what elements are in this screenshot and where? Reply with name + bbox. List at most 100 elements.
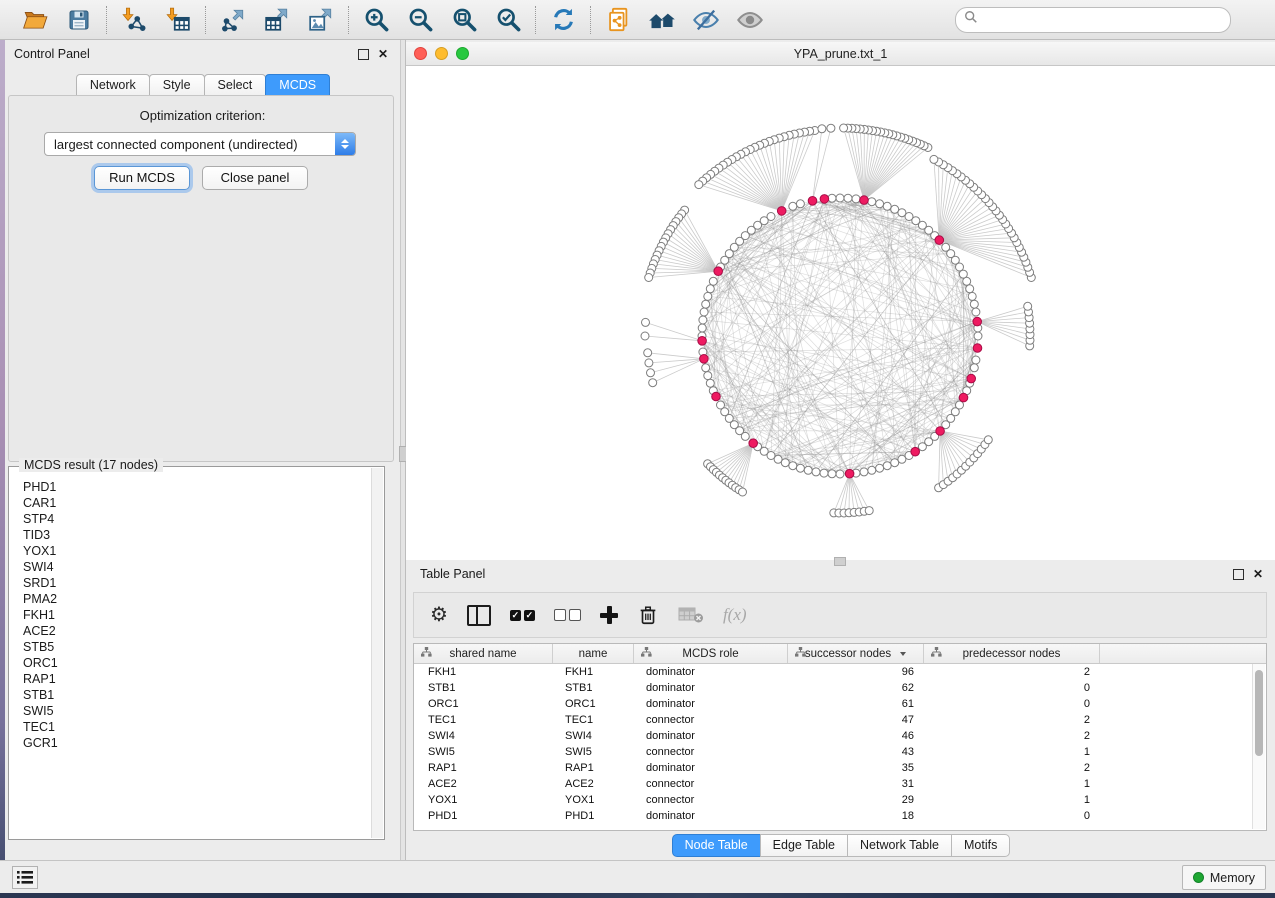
cell-predecessor-nodes[interactable]: 2 <box>924 664 1100 680</box>
cell-successor-nodes[interactable]: 61 <box>788 696 924 712</box>
network-node[interactable] <box>876 200 884 208</box>
leaf-node[interactable] <box>647 369 655 377</box>
network-node[interactable] <box>702 300 710 308</box>
mcds-list-item[interactable]: FKH1 <box>23 607 372 623</box>
cell-MCDS-role[interactable]: dominator <box>634 728 788 744</box>
leaf-node[interactable] <box>930 155 938 163</box>
show-eye-icon[interactable] <box>736 6 764 34</box>
column-header-successor-nodes[interactable]: successor nodes <box>788 644 924 663</box>
cell-successor-nodes[interactable]: 18 <box>788 808 924 824</box>
tab-network[interactable]: Network <box>76 74 150 95</box>
close-table-panel-icon[interactable]: ✕ <box>1253 568 1263 580</box>
import-table-icon[interactable] <box>164 6 192 34</box>
cell-shared-name[interactable]: SWI4 <box>414 728 553 744</box>
home-pair-icon[interactable] <box>648 6 676 34</box>
mcds-list-item[interactable]: ORC1 <box>23 655 372 671</box>
zoom-in-icon[interactable] <box>362 6 390 34</box>
cell-shared-name[interactable]: PHD1 <box>414 808 553 824</box>
column-header-name[interactable]: name <box>553 644 634 663</box>
cell-successor-nodes[interactable]: 47 <box>788 712 924 728</box>
cell-name[interactable]: YOX1 <box>553 792 634 808</box>
tab-style[interactable]: Style <box>149 74 205 95</box>
cell-predecessor-nodes[interactable]: 0 <box>924 680 1100 696</box>
cell-shared-name[interactable]: SWI5 <box>414 744 553 760</box>
run-mcds-button[interactable]: Run MCDS <box>94 166 190 190</box>
network-node[interactable] <box>972 356 980 364</box>
leaf-node[interactable] <box>695 181 703 189</box>
zoom-out-icon[interactable] <box>406 6 434 34</box>
cell-successor-nodes[interactable]: 31 <box>788 776 924 792</box>
network-node[interactable] <box>968 292 976 300</box>
cell-MCDS-role[interactable]: connector <box>634 744 788 760</box>
network-node[interactable] <box>868 466 876 474</box>
network-node[interactable] <box>876 464 884 472</box>
cell-name[interactable]: RAP1 <box>553 760 634 776</box>
share-document-icon[interactable] <box>604 6 632 34</box>
network-node[interactable] <box>781 459 789 467</box>
leaf-node[interactable] <box>984 436 992 444</box>
float-panel-icon[interactable] <box>358 49 369 60</box>
tab-node-table[interactable]: Node Table <box>672 834 761 857</box>
leaf-node[interactable] <box>840 124 848 132</box>
tab-select[interactable]: Select <box>204 74 267 95</box>
close-panel-button[interactable]: Close panel <box>202 166 308 190</box>
network-node[interactable] <box>789 202 797 210</box>
network-node[interactable] <box>972 308 980 316</box>
network-node[interactable] <box>828 194 836 202</box>
mcds-list-item[interactable]: TID3 <box>23 527 372 543</box>
network-node[interactable] <box>883 462 891 470</box>
table-row[interactable]: RAP1RAP1dominator352 <box>414 760 1266 776</box>
table-settings-gear-icon[interactable]: ⚙ <box>430 600 448 630</box>
leaf-node[interactable] <box>1024 302 1032 310</box>
table-row[interactable]: YOX1YOX1connector291 <box>414 792 1266 808</box>
cell-name[interactable]: STB1 <box>553 680 634 696</box>
cell-predecessor-nodes[interactable]: 1 <box>924 776 1100 792</box>
network-node[interactable] <box>741 432 749 440</box>
mcds-node[interactable] <box>959 393 968 402</box>
cell-name[interactable]: ORC1 <box>553 696 634 712</box>
tab-edge-table[interactable]: Edge Table <box>760 834 848 857</box>
cell-successor-nodes[interactable]: 96 <box>788 664 924 680</box>
open-session-icon[interactable] <box>21 6 49 34</box>
mcds-node[interactable] <box>967 374 976 383</box>
export-network-icon[interactable] <box>219 6 247 34</box>
network-node[interactable] <box>970 300 978 308</box>
mcds-list-item[interactable]: YOX1 <box>23 543 372 559</box>
mcds-node[interactable] <box>749 439 758 448</box>
cell-name[interactable]: ACE2 <box>553 776 634 792</box>
cell-name[interactable]: TEC1 <box>553 712 634 728</box>
cell-MCDS-role[interactable]: dominator <box>634 760 788 776</box>
cell-name[interactable]: PHD1 <box>553 808 634 824</box>
cell-successor-nodes[interactable]: 29 <box>788 792 924 808</box>
export-image-icon[interactable] <box>307 6 335 34</box>
function-builder-icon[interactable]: f(x) <box>723 600 747 630</box>
mcds-list-scrollbar[interactable] <box>371 468 383 838</box>
delete-column-icon[interactable] <box>637 600 659 630</box>
sort-menu-icon[interactable] <box>900 652 906 656</box>
cell-shared-name[interactable]: FKH1 <box>414 664 553 680</box>
mcds-node[interactable] <box>712 392 721 401</box>
network-node[interactable] <box>860 468 868 476</box>
table-row[interactable]: SWI4SWI4dominator462 <box>414 728 1266 744</box>
network-node[interactable] <box>699 316 707 324</box>
network-node[interactable] <box>700 308 708 316</box>
tab-motifs[interactable]: Motifs <box>951 834 1010 857</box>
leaf-node[interactable] <box>641 332 649 340</box>
add-column-icon[interactable] <box>600 600 618 630</box>
mcds-list-item[interactable]: STB1 <box>23 687 372 703</box>
import-network-icon[interactable] <box>120 6 148 34</box>
network-node[interactable] <box>891 205 899 213</box>
network-graph[interactable] <box>406 66 1275 560</box>
cell-MCDS-role[interactable]: dominator <box>634 696 788 712</box>
cell-predecessor-nodes[interactable]: 0 <box>924 808 1100 824</box>
save-session-icon[interactable] <box>65 6 93 34</box>
mcds-node[interactable] <box>845 469 854 478</box>
network-node[interactable] <box>868 198 876 206</box>
mcds-node[interactable] <box>714 267 723 276</box>
cell-name[interactable]: FKH1 <box>553 664 634 680</box>
cell-predecessor-nodes[interactable]: 2 <box>924 712 1100 728</box>
network-node[interactable] <box>820 469 828 477</box>
cell-name[interactable]: SWI4 <box>553 728 634 744</box>
cell-MCDS-role[interactable]: connector <box>634 776 788 792</box>
leaf-node[interactable] <box>649 379 657 387</box>
